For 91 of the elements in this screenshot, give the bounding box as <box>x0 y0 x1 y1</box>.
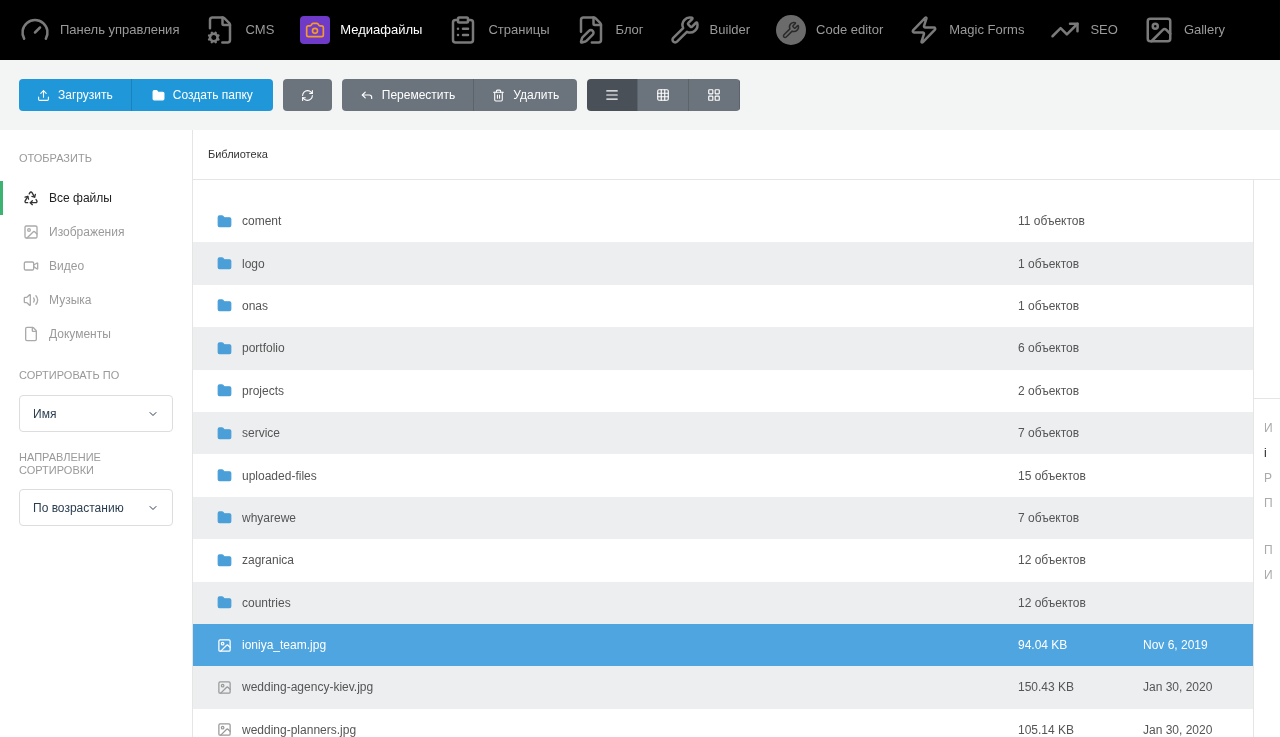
nav-item[interactable]: CMS <box>205 15 275 45</box>
section-heading: ОТОБРАЗИТЬ <box>18 151 93 166</box>
sort-dropdown[interactable]: Имя <box>19 395 173 432</box>
file-size: 1 объектов <box>1018 297 1081 315</box>
nav-item[interactable]: Блог <box>575 15 644 45</box>
file-name: projects <box>242 382 285 400</box>
refresh-button[interactable] <box>282 79 332 111</box>
file-size: 12 объектов <box>1018 552 1087 570</box>
folder-icon <box>217 425 232 441</box>
file-size: 7 объектов <box>1018 425 1081 443</box>
breadcrumb[interactable]: Библиотека <box>208 146 268 163</box>
folder-icon <box>217 213 232 229</box>
folder-icon <box>217 552 232 568</box>
file-row[interactable]: logo 1 объектов <box>193 242 1253 285</box>
file-size: 94.04 KB <box>1018 637 1069 655</box>
folder-icon <box>151 88 165 102</box>
file-row[interactable]: service 7 объектов <box>193 411 1253 455</box>
section-heading: НАПРАВЛЕНИЕ СОРТИРОВКИ <box>18 451 102 477</box>
file-date: Jan 30, 2020 <box>1143 721 1213 737</box>
file-name: portfolio <box>242 340 285 358</box>
image-icon <box>217 637 232 653</box>
document-icon <box>23 325 39 342</box>
file-name: wedding-agency-kiev.jpg <box>242 679 374 697</box>
file-row[interactable]: wedding-agency-kiev.jpg 150.43 KB Jan 30, 2020 <box>193 666 1253 709</box>
nav-item[interactable]: Magic Forms <box>909 15 1025 45</box>
file-row[interactable]: whyarewe 7 объектов <box>193 496 1253 540</box>
list-icon <box>605 88 620 102</box>
file-name: onas <box>242 297 269 315</box>
file-date: Nov 6, 2019 <box>1143 637 1208 655</box>
reply-icon <box>359 88 374 102</box>
folder-icon <box>217 298 232 314</box>
trash-icon <box>492 88 506 102</box>
file-name: zagranica <box>242 552 295 570</box>
upload-icon <box>37 88 50 102</box>
file-name: uploaded-files <box>242 467 317 485</box>
delete-button[interactable]: Удалить <box>474 79 578 111</box>
nav-item[interactable]: SEO <box>1050 15 1118 45</box>
view-mode-button[interactable] <box>638 79 690 111</box>
file-name: wedding-planners.jpg <box>242 721 357 737</box>
folder-icon <box>217 595 232 611</box>
image-icon <box>217 680 232 695</box>
file-size: 11 объектов <box>1018 213 1086 231</box>
refresh-icon <box>300 88 314 102</box>
view-mode-button[interactable] <box>689 79 741 111</box>
file-size: 1 объектов <box>1018 255 1081 273</box>
recycle-icon <box>23 189 39 206</box>
nav-item[interactable]: Медиафайлы <box>300 16 423 44</box>
detail-label: И <box>1264 567 1274 584</box>
file-size: 7 объектов <box>1018 509 1081 527</box>
folder-icon <box>217 256 232 272</box>
folder-icon <box>217 383 232 399</box>
file-size: 2 объектов <box>1018 382 1081 400</box>
file-size: 12 объектов <box>1018 594 1087 612</box>
tiles-icon <box>707 88 722 102</box>
file-name: countries <box>242 594 291 612</box>
file-name: whyarewe <box>242 509 297 527</box>
wrench-icon <box>776 15 807 45</box>
nav-item[interactable]: Панель управления <box>20 15 180 45</box>
camera-icon <box>300 16 331 44</box>
file-size: 105.14 KB <box>1018 721 1076 737</box>
nav-item[interactable]: Builder <box>669 15 751 45</box>
folder-icon <box>217 468 232 484</box>
detail-label: И <box>1264 420 1274 437</box>
file-row[interactable]: portfolio 6 объектов <box>193 327 1253 370</box>
file-name: ioniya_team.jpg <box>242 637 327 655</box>
move-button[interactable]: Переместить <box>341 79 475 111</box>
nav-item[interactable]: Страницы <box>448 15 550 45</box>
nav-item[interactable]: Code editor <box>776 15 884 45</box>
image-icon <box>217 722 232 737</box>
file-date: Jan 30, 2020 <box>1143 679 1213 697</box>
detail-value: i <box>1264 445 1268 462</box>
file-size: 150.43 KB <box>1018 679 1076 697</box>
grid-icon <box>656 88 671 102</box>
folder-icon <box>217 340 232 356</box>
detail-label: П <box>1264 495 1274 512</box>
view-mode-button[interactable] <box>587 79 639 111</box>
section-heading: СОРТИРОВАТЬ ПО <box>18 367 121 383</box>
file-name: service <box>242 425 280 443</box>
image-icon <box>23 223 39 240</box>
file-size: 15 объектов <box>1018 467 1087 485</box>
nav-item[interactable]: Gallery <box>1143 15 1226 45</box>
detail-label: П <box>1264 542 1274 559</box>
folder-icon <box>217 510 232 526</box>
tools-icon <box>669 15 700 45</box>
speaker-icon <box>23 291 39 308</box>
file-size: 6 объектов <box>1018 340 1081 358</box>
sort-direction-dropdown[interactable]: По возрастанию <box>19 489 173 526</box>
file-name: logo <box>242 255 265 273</box>
file-name: coment <box>242 213 282 231</box>
detail-label: Р <box>1264 470 1273 487</box>
file-row[interactable]: countries 12 объектов <box>193 581 1253 624</box>
